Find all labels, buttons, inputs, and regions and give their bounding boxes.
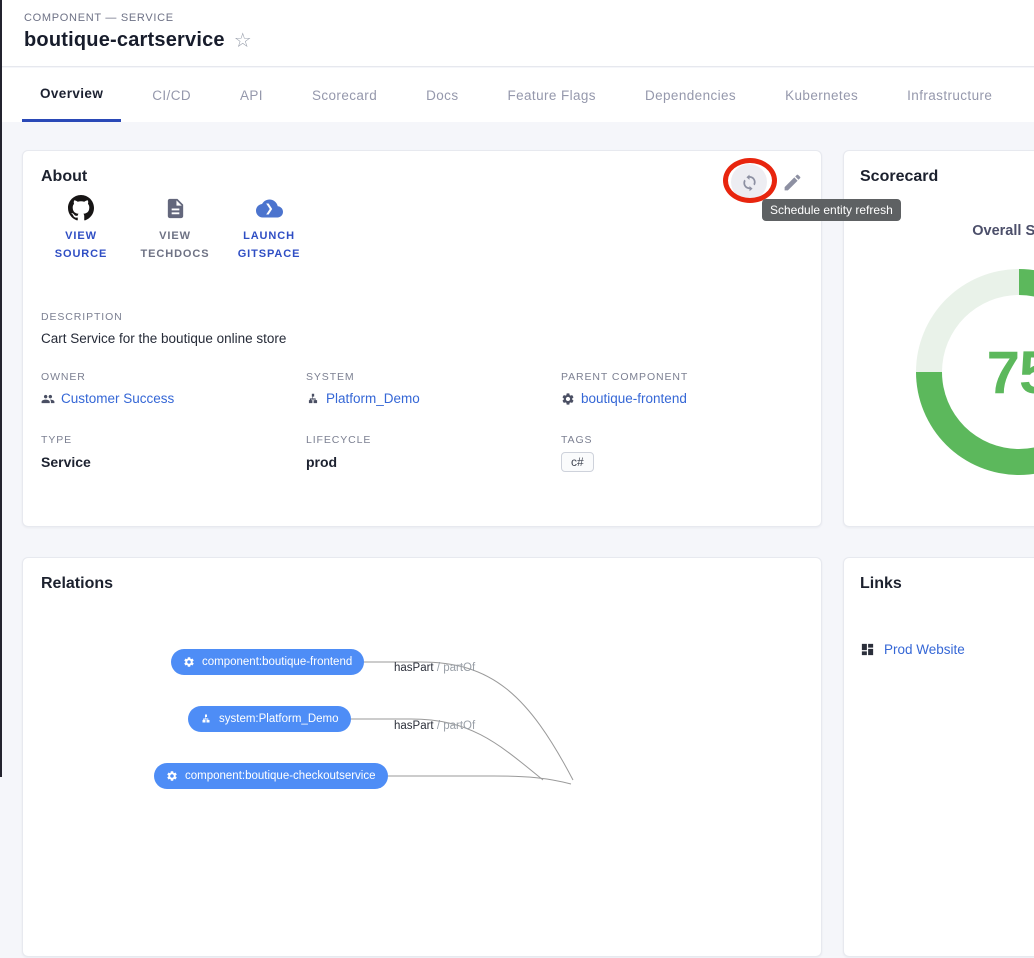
owner-field: OWNER Customer Success bbox=[41, 371, 306, 406]
tags-label: TAGS bbox=[561, 434, 801, 446]
about-fields-grid: OWNER Customer Success SYSTEM Platform_D… bbox=[41, 371, 801, 472]
tab-overview[interactable]: Overview bbox=[22, 68, 121, 122]
tab-kubernetes[interactable]: Kubernetes bbox=[767, 68, 876, 122]
system-link[interactable]: Platform_Demo bbox=[326, 391, 420, 406]
links-title: Links bbox=[860, 575, 902, 593]
relations-graph-edges bbox=[23, 558, 823, 958]
launch-gitspace-button[interactable]: ❯ LAUNCH GITSPACE bbox=[225, 195, 313, 263]
owner-label: OWNER bbox=[41, 371, 306, 383]
favorite-star-icon[interactable]: ☆ bbox=[234, 31, 252, 51]
type-field: TYPE Service bbox=[41, 434, 306, 472]
tag-chip[interactable]: c# bbox=[561, 452, 594, 472]
system-icon bbox=[306, 392, 320, 406]
type-value: Service bbox=[41, 454, 306, 470]
lifecycle-field: LIFECYCLE prod bbox=[306, 434, 561, 472]
tab-cicd[interactable]: CI/CD bbox=[134, 68, 209, 122]
page-title: boutique-cartservice bbox=[24, 29, 225, 52]
refresh-tooltip: Schedule entity refresh bbox=[762, 199, 901, 221]
lifecycle-label: LIFECYCLE bbox=[306, 434, 561, 446]
link-item-prod-website: Prod Website bbox=[860, 642, 965, 657]
system-label: SYSTEM bbox=[306, 371, 561, 383]
tab-dependencies[interactable]: Dependencies bbox=[627, 68, 754, 122]
edit-entity-button[interactable] bbox=[774, 164, 810, 200]
github-icon bbox=[68, 195, 94, 221]
parent-component-link[interactable]: boutique-frontend bbox=[581, 391, 687, 406]
owner-link[interactable]: Customer Success bbox=[61, 391, 174, 406]
description-value: Cart Service for the boutique online sto… bbox=[41, 331, 286, 346]
overall-score-label: Overall Score bbox=[972, 223, 1034, 239]
tab-scorecard[interactable]: Scorecard bbox=[294, 68, 395, 122]
prod-website-link[interactable]: Prod Website bbox=[884, 642, 965, 657]
relation-node-boutique-frontend[interactable]: component:boutique-frontend bbox=[171, 649, 364, 675]
techdocs-icon bbox=[164, 195, 187, 221]
system-field: SYSTEM Platform_Demo bbox=[306, 371, 561, 406]
component-gear-icon bbox=[183, 656, 195, 668]
launch-gitspace-label: LAUNCH GITSPACE bbox=[229, 228, 309, 263]
entity-tabbar: Overview CI/CD API Scorecard Docs Featur… bbox=[0, 68, 1034, 122]
description-label: DESCRIPTION bbox=[41, 311, 286, 323]
edge-label-haspart-1: hasPart / partOf bbox=[394, 662, 475, 674]
component-gear-icon bbox=[166, 770, 178, 782]
node-label: system:Platform_Demo bbox=[219, 713, 339, 725]
breadcrumb: COMPONENT — SERVICE bbox=[24, 12, 1034, 24]
description-field: DESCRIPTION Cart Service for the boutiqu… bbox=[41, 311, 286, 346]
relations-card: Relations component:boutique-frontend sy… bbox=[22, 557, 822, 957]
about-card: About VIEW SOURCE VIEW TECHDOCS bbox=[22, 150, 822, 527]
about-title: About bbox=[41, 168, 87, 186]
tab-api[interactable]: API bbox=[222, 68, 281, 122]
relation-node-platform-demo[interactable]: system:Platform_Demo bbox=[188, 706, 351, 732]
scorecard-title: Scorecard bbox=[860, 168, 938, 186]
group-icon bbox=[41, 392, 55, 406]
view-source-label: VIEW SOURCE bbox=[41, 228, 121, 263]
cloud-gitspace-icon: ❯ bbox=[256, 195, 283, 221]
node-label: component:boutique-frontend bbox=[202, 656, 352, 668]
refresh-icon bbox=[739, 172, 760, 193]
entity-header: COMPONENT — SERVICE boutique-cartservice… bbox=[0, 0, 1034, 67]
links-card: Links Prod Website bbox=[843, 557, 1034, 957]
view-techdocs-button[interactable]: VIEW TECHDOCS bbox=[131, 195, 219, 263]
node-label: component:boutique-checkoutservice bbox=[185, 770, 376, 782]
tab-feature-flags[interactable]: Feature Flags bbox=[489, 68, 614, 122]
edge-label-haspart-2: hasPart / partOf bbox=[394, 720, 475, 732]
type-label: TYPE bbox=[41, 434, 306, 446]
tags-field: TAGS c# bbox=[561, 434, 801, 472]
component-gear-icon bbox=[561, 392, 575, 406]
dashboard-icon bbox=[860, 642, 875, 657]
about-actions: VIEW SOURCE VIEW TECHDOCS ❯ LAUNCH GITSP… bbox=[37, 195, 313, 263]
refresh-entity-button[interactable] bbox=[731, 164, 767, 200]
parent-component-field: PARENT COMPONENT boutique-frontend bbox=[561, 371, 801, 406]
main-content: About VIEW SOURCE VIEW TECHDOCS bbox=[0, 122, 1034, 777]
relation-node-boutique-checkoutservice[interactable]: component:boutique-checkoutservice bbox=[154, 763, 388, 789]
parent-component-label: PARENT COMPONENT bbox=[561, 371, 801, 383]
system-icon bbox=[200, 713, 212, 725]
view-techdocs-label: VIEW TECHDOCS bbox=[135, 228, 215, 263]
view-source-button[interactable]: VIEW SOURCE bbox=[37, 195, 125, 263]
pencil-icon bbox=[782, 172, 803, 193]
tab-infrastructure[interactable]: Infrastructure bbox=[889, 68, 1010, 122]
score-value: 75 bbox=[916, 269, 1034, 475]
tab-docs[interactable]: Docs bbox=[408, 68, 476, 122]
window-left-edge bbox=[0, 0, 2, 777]
lifecycle-value: prod bbox=[306, 454, 561, 470]
